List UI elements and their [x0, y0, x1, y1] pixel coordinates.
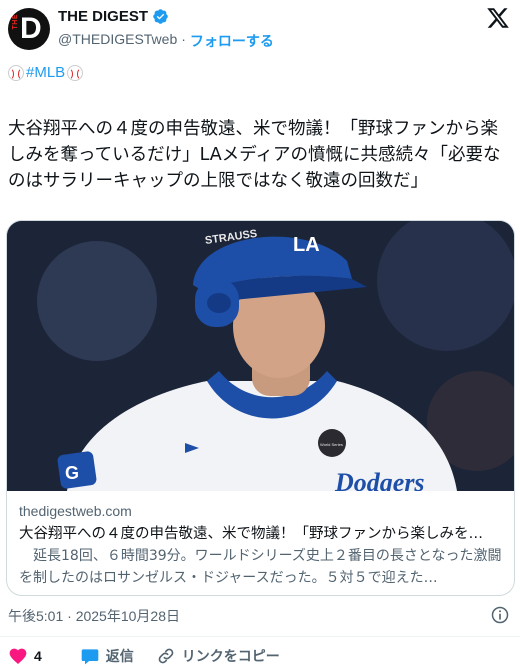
baseball-icon — [8, 64, 24, 81]
verified-badge-icon — [153, 9, 168, 24]
display-name[interactable]: THE DIGEST — [58, 8, 148, 25]
card-title: 大谷翔平への４度の申告敬遠、米で物議！「野球ファンから楽しみを… — [19, 526, 483, 542]
copy-link-button[interactable]: リンクをコピー — [156, 646, 280, 666]
baseball-icon — [67, 64, 84, 81]
card-meta: thedigestweb.com 大谷翔平への４度の申告敬遠、米で物議！「野球フ… — [7, 491, 514, 595]
separator: · — [181, 31, 186, 47]
jersey-patch: G — [65, 463, 79, 483]
helmet-logo: LA — [293, 234, 320, 256]
link-card[interactable]: STRAUSS LA G World Series Dodgers thedig… — [6, 220, 515, 596]
avatar-letter: D — [20, 12, 42, 45]
timestamp[interactable]: 午後5:01 · 2025年10月28日 — [8, 606, 180, 626]
avatar-small-text: THE — [12, 14, 19, 30]
copy-link-label: リンクをコピー — [181, 648, 280, 664]
card-image: STRAUSS LA G World Series Dodgers — [7, 221, 514, 491]
player-photo: STRAUSS LA G World Series Dodgers — [7, 221, 514, 491]
x-logo-icon[interactable] — [486, 6, 510, 30]
heart-icon — [9, 648, 27, 664]
jersey-text: Dodgers — [334, 468, 425, 491]
card-domain: thedigestweb.com — [19, 503, 132, 519]
like-button[interactable]: 4 — [8, 646, 42, 666]
handle[interactable]: @THEDIGESTweb — [58, 31, 177, 51]
sleeve-patch: World Series — [320, 442, 343, 447]
info-icon[interactable] — [490, 605, 510, 625]
reply-icon — [81, 649, 99, 665]
tweet-text: 大谷翔平への４度の申告敬遠、米で物議！「野球ファンから楽しみを奪っているだけ」L… — [8, 119, 501, 191]
hashtag-line: #MLB — [8, 64, 84, 81]
follow-button[interactable]: フォローする — [190, 31, 274, 51]
divider — [0, 636, 520, 637]
action-bar: 4 返信 リンクをコピー — [8, 646, 280, 666]
hashtag-link[interactable]: #MLB — [26, 64, 65, 81]
card-description: 延長18回、６時間39分。ワールドシリーズ史上２番目の長さとなった激闘を制したの… — [19, 548, 502, 586]
tweet-header: THE D THE DIGEST @THEDIGESTweb · フォローする — [0, 0, 520, 60]
link-icon — [158, 648, 174, 664]
like-count: 4 — [34, 648, 42, 664]
reply-label: 返信 — [105, 648, 134, 664]
avatar[interactable]: THE D — [8, 8, 50, 50]
reply-button[interactable]: 返信 — [80, 646, 134, 666]
